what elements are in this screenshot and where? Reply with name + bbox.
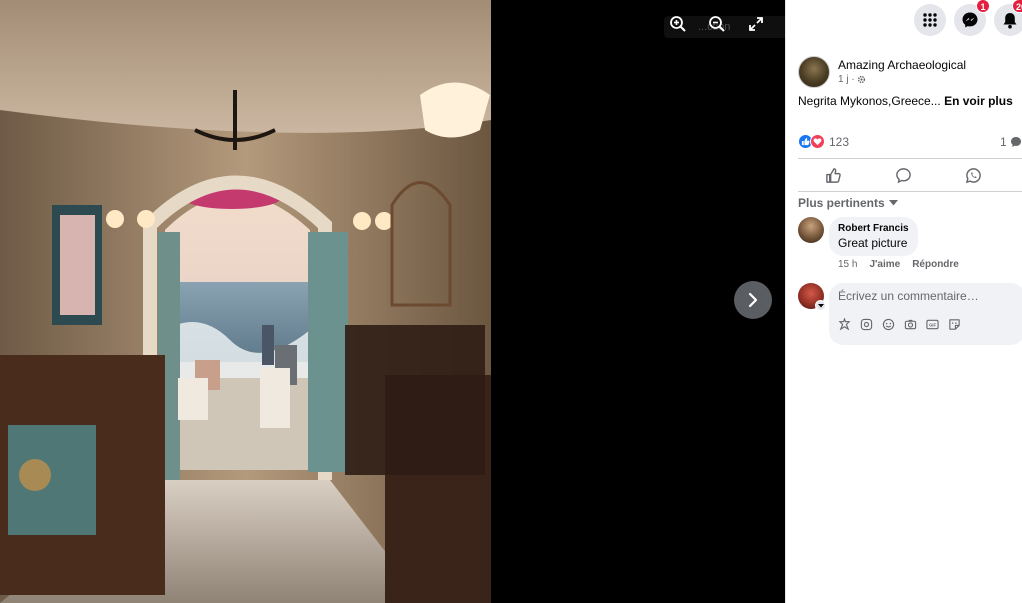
post-timestamp: 1 j ·: [838, 74, 966, 85]
page-name[interactable]: Amazing Archaeological: [838, 58, 966, 72]
commenter-avatar[interactable]: [798, 217, 824, 243]
chevron-right-icon: [748, 292, 758, 308]
comment-time[interactable]: 15 h: [838, 259, 857, 270]
comment-button[interactable]: [889, 163, 917, 187]
menu-button[interactable]: [914, 4, 946, 36]
see-more-link[interactable]: En voir plus: [944, 94, 1013, 108]
media-viewer: ...ction: [0, 0, 860, 603]
bell-icon: [1003, 12, 1017, 28]
whatsapp-icon: [966, 167, 982, 183]
comment-count[interactable]: 1: [1000, 135, 1022, 149]
zoom-in-button[interactable]: [668, 14, 688, 34]
messenger-button[interactable]: 1: [954, 0, 990, 36]
media-toolbar: [668, 14, 766, 34]
fullscreen-icon: [749, 17, 763, 31]
comment-text: Great picture: [838, 236, 908, 250]
post-side-panel: 1 26 Amazing Archaeological 1 j · Negrit…: [785, 0, 1022, 603]
avatar-chevron-icon: [815, 300, 826, 311]
comment-like-link[interactable]: J'aime: [869, 259, 900, 270]
photo-button[interactable]: [903, 317, 917, 331]
sort-label: Plus pertinents: [798, 196, 885, 210]
thumbs-up-icon: [825, 167, 841, 183]
post-photo: [0, 0, 491, 603]
caret-down-icon: [888, 200, 898, 206]
comment-composer: GIF: [798, 283, 1022, 345]
comment-input-box: GIF: [829, 283, 1022, 345]
avatar-sticker-button[interactable]: [837, 317, 851, 331]
notifications-badge: 26: [1011, 0, 1022, 13]
zoom-in-icon: [670, 16, 686, 32]
reaction-count: 123: [829, 134, 850, 149]
comment-sticker-icon: [860, 318, 872, 330]
comment-icon: [896, 167, 911, 183]
avatar-sticker-icon: [838, 317, 850, 331]
page-avatar[interactable]: [798, 56, 830, 88]
whatsapp-share-button[interactable]: [960, 163, 988, 187]
sticker-comment-button[interactable]: [859, 317, 873, 331]
post-action-bar: [798, 158, 1022, 192]
comment-sort-dropdown[interactable]: Plus pertinents: [798, 196, 898, 210]
comment-author[interactable]: Robert Francis: [838, 223, 909, 234]
emoji-icon: [882, 318, 894, 330]
love-reaction-icon: [810, 134, 825, 149]
fullscreen-button[interactable]: [746, 14, 766, 34]
sticker-icon: [948, 318, 960, 330]
comment-item: Robert Francis Great picture: [798, 217, 918, 256]
comment-bubble-icon: [1010, 137, 1021, 147]
post-time-text[interactable]: 1 j ·: [838, 74, 855, 85]
comment-count-value: 1: [1000, 135, 1007, 149]
zoom-out-icon: [709, 16, 725, 32]
comment-reply-link[interactable]: Répondre: [912, 259, 959, 270]
grid-menu-icon: [923, 13, 937, 27]
zoom-out-button[interactable]: [707, 14, 727, 34]
post-caption: Negrita Mykonos,Greece... En voir plus: [798, 94, 1013, 108]
current-user-avatar[interactable]: [798, 283, 826, 311]
gif-icon: GIF: [925, 319, 939, 329]
post-header: Amazing Archaeological 1 j ·: [798, 56, 966, 88]
gif-button[interactable]: GIF: [925, 317, 939, 331]
comment-bubble: Robert Francis Great picture: [829, 217, 918, 256]
camera-icon: [904, 319, 916, 329]
messenger-icon: [962, 12, 978, 28]
notifications-button[interactable]: 26: [994, 0, 1022, 36]
like-button[interactable]: [819, 163, 847, 187]
svg-text:GIF: GIF: [928, 322, 936, 327]
messenger-badge: 1: [976, 0, 990, 13]
emoji-button[interactable]: [881, 317, 895, 331]
post-caption-text: Negrita Mykonos,Greece...: [798, 94, 945, 108]
comment-meta: 15 h J'aime Répondre: [838, 259, 959, 270]
reactions-summary[interactable]: 123: [798, 134, 849, 149]
sticker-button[interactable]: [947, 317, 961, 331]
comment-input[interactable]: [838, 289, 1016, 303]
next-photo-button[interactable]: [734, 281, 772, 319]
composer-tools: GIF: [837, 317, 1016, 331]
top-navigation: 1 26: [914, 0, 1022, 36]
privacy-gear-icon: [857, 75, 865, 84]
